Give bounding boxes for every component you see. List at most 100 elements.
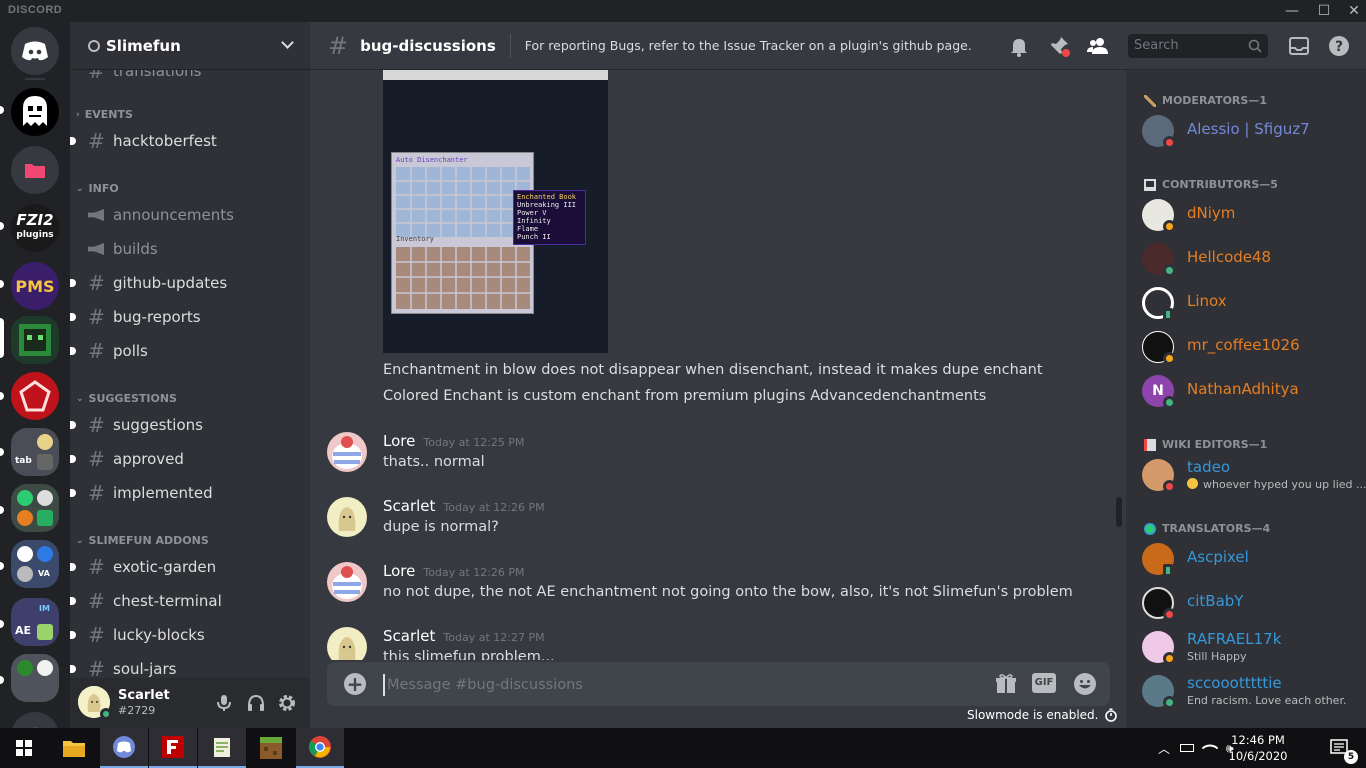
channel-suggestions[interactable]: # suggestions [70,410,302,440]
member-item[interactable]: citBabY [1142,586,1362,628]
server-pms[interactable]: PMS [11,262,59,310]
server-ghost[interactable] [11,88,59,136]
message-list: Auto Disenchanter Inventory Enchanted Bo… [310,70,1126,660]
settings-gear-icon[interactable] [277,693,297,713]
author-avatar[interactable] [327,497,367,537]
server-header[interactable]: Slimefun [70,22,310,70]
message-scrollbar[interactable] [1116,70,1124,660]
server-red[interactable] [11,372,59,420]
member-item[interactable]: N NathanAdhitya [1142,374,1362,416]
member-item[interactable]: RAFRAEL17k Still Happy [1142,630,1362,672]
message-author[interactable]: Lore Today at 12:26 PM [383,562,525,580]
channel-soul-jars[interactable]: # soul-jars [70,654,302,678]
channel-implemented[interactable]: # implemented [70,478,302,508]
member-group-translators: TRANSLATORS—4 [1144,522,1270,535]
headphones-icon[interactable] [246,693,266,713]
gift-icon[interactable] [994,672,1018,696]
author-avatar[interactable] [327,627,367,660]
server-folder-misc[interactable] [11,654,59,702]
unread-indicator [70,421,76,429]
category-slimefun-addons[interactable]: ⌄ SLIMEFUN ADDONS [76,534,209,547]
channel-exotic-garden[interactable]: # exotic-garden [70,552,302,582]
server-folder-games[interactable] [11,484,59,532]
image-attachment[interactable]: Auto Disenchanter Inventory Enchanted Bo… [383,70,608,353]
member-item[interactable]: Linox [1142,286,1362,328]
inbox-icon[interactable] [1287,34,1311,58]
tray-expand-icon[interactable]: ︿ [1158,740,1170,757]
category-suggestions[interactable]: ⌄ SUGGESTIONS [76,392,177,405]
gif-button[interactable]: GIF [1032,673,1056,693]
help-icon[interactable]: ? [1327,34,1351,58]
discord-logo-icon [22,41,48,61]
taskbar-filezilla[interactable] [149,728,197,768]
taskbar-file-explorer[interactable] [50,728,98,768]
channel-github-updates[interactable]: # github-updates [70,268,302,298]
server-fzi-plugins[interactable]: FZI2 plugins [11,204,59,252]
channel-builds[interactable]: builds [78,234,302,264]
category-info[interactable]: ⌄ INFO [76,182,119,195]
message-input[interactable] [383,674,963,696]
server-folder-va[interactable]: VA [11,540,59,588]
folder-mini-avatar-icon [37,624,53,640]
slowmode-indicator: Slowmode is enabled. [967,708,1118,722]
server-slimefun[interactable] [11,316,59,364]
channel-lucky-blocks[interactable]: # lucky-blocks [70,620,302,650]
member-name: citBabY [1187,592,1244,610]
message-author[interactable]: Scarlet Today at 12:27 PM [383,627,545,645]
unread-pill [0,620,4,628]
channel-bug-reports[interactable]: # bug-reports [70,302,302,332]
notification-bell-icon[interactable] [1007,34,1031,58]
author-avatar[interactable] [327,562,367,602]
taskbar-clock[interactable]: 12:46 PM 10/6/2020 [1226,732,1290,764]
close-button[interactable]: ✕ [1344,2,1364,20]
start-button[interactable] [0,728,48,768]
pin-icon[interactable] [1047,34,1071,58]
scrollbar-thumb[interactable] [1116,497,1122,527]
message-author[interactable]: Scarlet Today at 12:26 PM [383,497,545,515]
wifi-icon[interactable] [1201,739,1219,757]
member-item[interactable]: mr_coffee1026 [1142,330,1362,372]
battery-icon[interactable] [1180,744,1195,752]
action-center-button[interactable]: 5 [1316,728,1364,768]
member-item[interactable]: Hellcode48 [1142,242,1362,284]
member-item[interactable]: Ascpixel [1142,542,1362,584]
channel-chest-terminal[interactable]: # chest-terminal [70,586,302,616]
minimize-button[interactable]: — [1282,2,1302,20]
maximize-button[interactable]: ☐ [1314,2,1334,20]
channel-topic[interactable]: For reporting Bugs, refer to the Issue T… [525,38,972,53]
microphone-icon[interactable] [214,693,234,713]
channel-label: lucky-blocks [113,626,205,644]
emoji-icon[interactable] [1073,672,1097,696]
taskbar-minecraft[interactable] [247,728,295,768]
member-name: tadeo [1187,458,1231,476]
members-list-icon[interactable] [1086,34,1110,58]
taskbar-notepad[interactable] [198,728,246,768]
chevron-down-icon: ⌄ [76,535,84,546]
taskbar-discord[interactable] [100,728,148,768]
channel-translations[interactable]: # translations [78,70,302,86]
message-author[interactable]: Lore Today at 12:25 PM [383,432,525,450]
member-item[interactable]: dNiym [1142,198,1362,240]
category-events[interactable]: › EVENTS [76,108,133,121]
channel-approved[interactable]: # approved [70,444,302,474]
member-name: sccoootttttie [1187,674,1282,692]
message-item: Lore Today at 12:25 PM thats.. normal [310,432,1126,492]
home-button[interactable] [11,27,59,75]
upload-plus-button[interactable]: + [344,673,366,695]
author-avatar[interactable] [327,432,367,472]
member-item[interactable]: sccoootttttie End racism. Love each othe… [1142,674,1362,716]
svg-text:?: ? [1335,39,1343,55]
server-folder-ae[interactable]: IM AE [11,598,59,646]
server-folder[interactable] [11,146,59,194]
member-item[interactable]: Alessio | Sfiguz7 [1142,114,1362,156]
search-input[interactable]: Search [1128,34,1268,58]
channel-polls[interactable]: # polls [70,336,302,366]
add-server-button[interactable]: + [11,712,59,728]
member-initial: N [1152,383,1164,399]
taskbar-chrome[interactable] [296,728,344,768]
server-folder-tab[interactable]: tab [11,428,59,476]
channel-hacktoberfest[interactable]: # hacktoberfest [70,126,302,156]
channel-label: soul-jars [113,660,177,678]
channel-announcements[interactable]: announcements [78,200,302,230]
member-item[interactable]: tadeo whoever hyped you up lied ... [1142,458,1366,500]
